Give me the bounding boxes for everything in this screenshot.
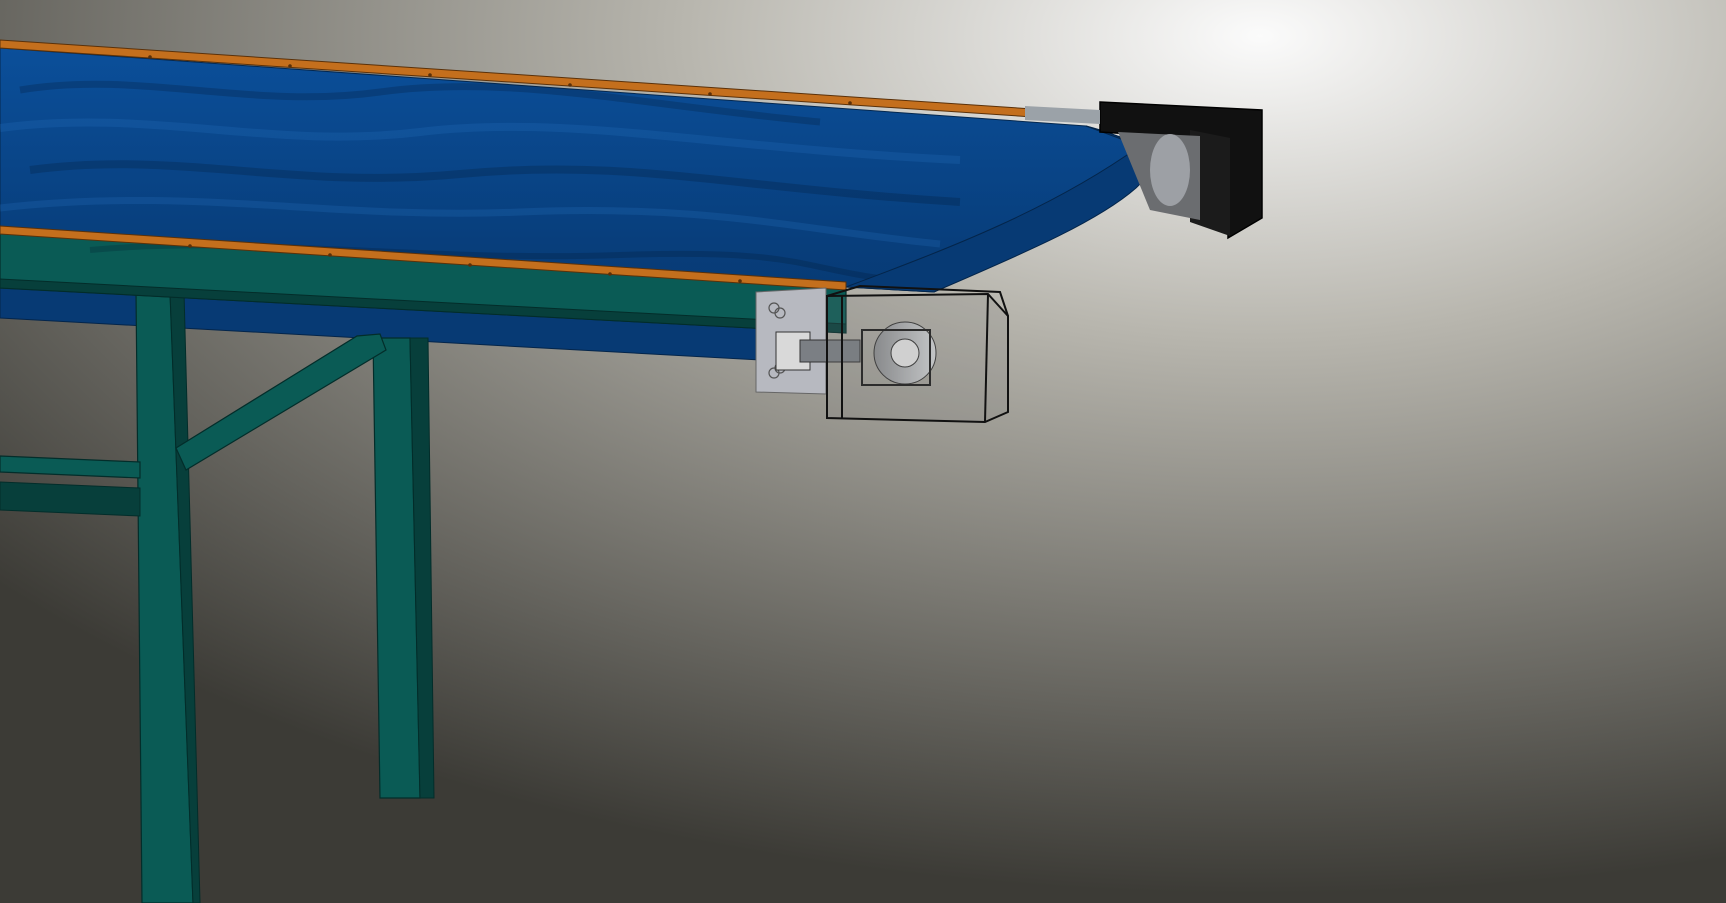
cad-viewport: [0, 0, 1726, 903]
lower-crossbar-lower: [0, 481, 141, 517]
end-shaft-bearing: [1150, 134, 1190, 206]
transparent-motor-guard: [826, 292, 1009, 424]
conveyor-render: [0, 0, 1726, 903]
